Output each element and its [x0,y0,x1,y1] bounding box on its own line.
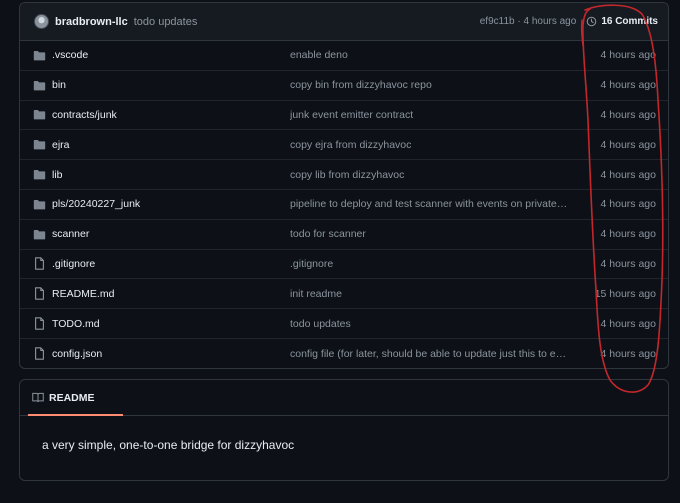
file-commit-message[interactable]: junk event emitter contract [290,109,568,121]
file-icon [32,257,46,271]
file-icon [32,287,46,301]
folder-icon [32,168,46,182]
file-commit-message[interactable]: enable deno [290,49,568,61]
folder-icon [32,78,46,92]
readme-tab-label: README [49,391,95,404]
file-commit-age: 15 hours ago [594,287,656,300]
file-commit-age: 4 hours ago [600,198,656,211]
file-name-link[interactable]: TODO.md [52,318,290,330]
commits-count-label: 16 Commits [601,16,658,27]
file-commit-message[interactable]: todo updates [290,318,568,330]
file-commit-message[interactable]: copy bin from dizzyhavoc repo [290,79,568,91]
readme-tab[interactable]: README [28,380,122,416]
file-commit-age: 4 hours ago [600,49,656,62]
file-list: .vscode enable deno 4 hours ago bin copy bin… [20,41,668,368]
file-row[interactable]: config.json config file (for later, shoul… [20,339,668,368]
file-row[interactable]: contracts/junk junk event emitter contrac… [20,101,668,131]
file-browser: bradbrown-llc todo updates ef9c11b · 4 h… [19,2,669,369]
file-commit-message[interactable]: pipeline to deploy and test scanner with… [290,198,568,210]
folder-icon [32,48,46,62]
commit-meta[interactable]: ef9c11b · 4 hours ago [480,16,577,27]
file-commit-age: 4 hours ago [600,228,656,241]
file-name-link[interactable]: config.json [52,348,290,360]
file-row[interactable]: TODO.md todo updates 4 hours ago [20,309,668,339]
book-icon [32,392,44,403]
file-name-link[interactable]: .vscode [52,49,290,61]
avatar[interactable] [34,14,49,29]
file-name-link[interactable]: .gitignore [52,258,290,270]
latest-commit-bar: bradbrown-llc todo updates ef9c11b · 4 h… [20,3,668,41]
folder-icon [32,197,46,211]
file-commit-age: 4 hours ago [600,257,656,270]
file-commit-message[interactable]: init readme [290,288,568,300]
repository-page: bradbrown-llc todo updates ef9c11b · 4 h… [0,0,680,503]
readme-header: README [20,380,668,416]
file-row[interactable]: scanner todo for scanner 4 hours ago [20,220,668,250]
file-commit-message[interactable]: .gitignore [290,258,568,270]
folder-icon [32,138,46,152]
file-name-link[interactable]: ejra [52,139,290,151]
file-row[interactable]: .gitignore .gitignore 4 hours ago [20,250,668,280]
file-row[interactable]: lib copy lib from dizzyhavoc 4 hours ago [20,160,668,190]
file-commit-age: 4 hours ago [600,317,656,330]
file-name-link[interactable]: contracts/junk [52,109,290,121]
file-commit-age: 4 hours ago [600,108,656,121]
file-commit-age: 4 hours ago [600,138,656,151]
file-commit-message[interactable]: todo for scanner [290,228,568,240]
file-commit-message[interactable]: copy ejra from dizzyhavoc [290,139,568,151]
file-name-link[interactable]: README.md [52,288,290,300]
readme-content: a very simple, one-to-one bridge for diz… [42,438,295,452]
file-row[interactable]: ejra copy ejra from dizzyhavoc 4 hours ago [20,130,668,161]
file-name-link[interactable]: scanner [52,228,290,240]
commits-history-link[interactable]: 16 Commits [586,16,658,27]
commit-author[interactable]: bradbrown-llc [55,16,128,28]
file-name-link[interactable]: pls/20240227_junk [52,198,290,210]
file-icon [32,317,46,331]
file-row[interactable]: bin copy bin from dizzyhavoc repo 4 hours … [20,71,668,101]
file-row[interactable]: .vscode enable deno 4 hours ago [20,41,668,71]
file-row[interactable]: pls/20240227_junk pipeline to deploy and … [20,190,668,220]
file-commit-age: 4 hours ago [600,168,656,181]
folder-icon [32,227,46,241]
file-row[interactable]: README.md init readme 15 hours ago [20,279,668,310]
history-icon [587,16,597,27]
folder-icon [32,108,46,122]
file-icon [32,347,46,361]
file-commit-age: 4 hours ago [600,79,656,92]
file-commit-age: 4 hours ago [600,347,656,360]
commit-message[interactable]: todo updates [134,16,198,28]
file-name-link[interactable]: bin [52,79,290,91]
file-commit-message[interactable]: copy lib from dizzyhavoc [290,169,568,181]
file-name-link[interactable]: lib [52,169,290,181]
readme-panel: README a very simple, one-to-one bridge … [19,379,669,481]
file-commit-message[interactable]: config file (for later, should be able t… [290,348,568,360]
